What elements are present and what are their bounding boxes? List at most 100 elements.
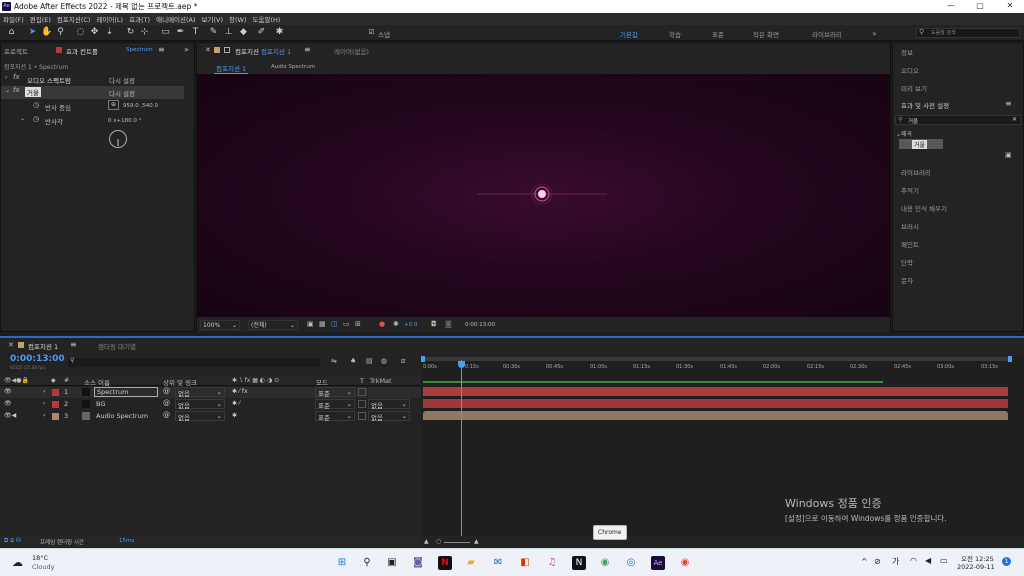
office-icon[interactable]: ◧ — [518, 556, 532, 570]
chevron-right-icon[interactable]: › — [43, 400, 45, 407]
menu-animation[interactable]: 애니메이션(A) — [153, 13, 198, 25]
stopwatch-icon[interactable]: ◷ — [33, 101, 39, 109]
lock-tab-icon[interactable] — [224, 47, 230, 53]
col-t[interactable]: T — [360, 377, 364, 385]
brush-tool-icon[interactable]: ✎ — [208, 27, 219, 38]
notion-icon[interactable]: N — [572, 556, 586, 570]
chevron-right-icon[interactable]: › — [43, 412, 45, 419]
ime-indicator[interactable]: 가 — [892, 556, 899, 567]
layer-label-color[interactable] — [52, 389, 59, 396]
zoom-select[interactable]: 100% ⌄ — [200, 320, 240, 330]
frame-blending-icon[interactable]: ▤ — [366, 357, 373, 365]
panel-character[interactable]: 문자 — [901, 275, 913, 285]
close-tab-icon[interactable]: ✕ — [205, 46, 211, 54]
clear-search-icon[interactable]: ✕ — [1012, 116, 1017, 123]
pickwhip-icon[interactable]: @ — [163, 411, 170, 419]
layer-label-color[interactable] — [52, 401, 59, 408]
selection-tool-icon[interactable]: ➤ — [27, 27, 38, 38]
rotate-tool-icon[interactable]: ↻ — [125, 27, 136, 38]
layer-row[interactable]: 👁◀ › 3 Audio Spectrum @ 없음 ⌄ ✱ 표준 ⌄ 없음 ⌄ — [0, 411, 421, 422]
menu-composition[interactable]: 컴포지션(C) — [54, 13, 94, 25]
layer-bar-bg[interactable] — [423, 399, 1008, 408]
comp-timecode[interactable]: 0:00:13:00 — [465, 322, 495, 328]
start-icon[interactable]: ⊞ — [335, 556, 349, 570]
zoom-slider[interactable] — [444, 542, 470, 543]
tab-layer[interactable]: 레이어(없음) — [334, 46, 369, 56]
effects-search-input[interactable]: ⚲ 거울 ✕ — [895, 115, 1021, 125]
menu-window[interactable]: 창(W) — [226, 13, 249, 25]
timeline-search-input[interactable]: ⚲ — [68, 357, 320, 367]
subtab-comp1[interactable]: 컴포지션 1 — [214, 63, 249, 74]
effect-row-audio-spectrum[interactable]: › fx 오디오 스펙트럼 다시 설정 — [1, 73, 184, 85]
layer-switches-icons[interactable]: ✱ ⁄ — [232, 400, 240, 407]
layer-row[interactable]: 👁 › 2 BG @ 없음 ⌄ ✱ ⁄ 표준 ⌄ 없음 ⌄ — [0, 399, 421, 410]
rectangle-tool-icon[interactable]: ▭ — [160, 27, 171, 38]
zoom-in-icon[interactable]: ▲ — [474, 538, 479, 545]
motion-blur-icon[interactable]: ◍ — [381, 357, 387, 365]
zoom-out-icon[interactable]: ▲ — [424, 538, 429, 545]
workspace-small-screen[interactable]: 작은 화면 — [753, 29, 779, 39]
edge-icon[interactable]: ◎ — [624, 556, 638, 570]
network-status-icon[interactable]: ⊘ — [874, 557, 881, 566]
hand-tool-icon[interactable]: ✋ — [41, 27, 52, 38]
show-snapshot-icon[interactable]: ◙ — [445, 320, 452, 328]
panel-menu-icon[interactable]: ≡ — [1005, 99, 1012, 108]
tab-timeline-comp[interactable]: 컴포지션 1 — [28, 341, 58, 351]
camera-snapshot-icon[interactable]: ◘ — [431, 320, 437, 328]
grid-icon[interactable]: ⊞ — [355, 320, 361, 328]
work-area-end-handle[interactable] — [1008, 356, 1012, 362]
layer-switches-icons[interactable]: ✱ ⁄ fx — [232, 388, 248, 395]
transparency-grid-icon[interactable]: ▦ — [319, 320, 326, 328]
chrome-icon[interactable]: ◉ — [598, 556, 612, 570]
weather-text[interactable]: Cloudy — [32, 563, 54, 571]
workspace-learn[interactable]: 학습 — [669, 29, 681, 39]
workspace-libraries[interactable]: 라이브러리 — [812, 29, 842, 39]
close-button[interactable]: ✕ — [1000, 1, 1020, 10]
layer-name[interactable]: BG — [96, 400, 105, 408]
playhead-handle[interactable] — [458, 361, 465, 368]
preserve-transparency-checkbox[interactable] — [358, 400, 366, 408]
layer-name[interactable]: Audio Spectrum — [96, 412, 148, 420]
menu-view[interactable]: 보기(V) — [199, 13, 226, 25]
weather-temp[interactable]: 18°C — [32, 554, 48, 562]
layer-row[interactable]: 👁 › 1 Spectrum @ 없음 ⌄ ✱ ⁄ fx 표준 ⌄ — [0, 387, 421, 398]
panel-preview[interactable]: 미리 보기 — [901, 83, 927, 93]
dolly-tool-icon[interactable]: ⇣ — [104, 27, 115, 38]
comp-mini-flowchart-icon[interactable]: ⇋ — [331, 357, 337, 365]
category-distort[interactable]: ⌄왜곡 — [896, 129, 912, 138]
tab-project[interactable]: 프로젝트 — [4, 46, 28, 56]
chevron-right-icon[interactable]: › — [43, 388, 45, 395]
col-parent-link[interactable]: 상위 및 링크 — [163, 377, 197, 387]
chevron-up-icon[interactable]: ^ — [861, 557, 868, 566]
current-timecode[interactable]: 0:00:13:00 — [10, 354, 65, 364]
music-icon[interactable]: ♫ — [545, 556, 559, 570]
panel-libraries[interactable]: 라이브러리 — [901, 167, 931, 177]
menu-edit[interactable]: 편집(E) — [27, 13, 54, 25]
type-tool-icon[interactable]: T — [190, 27, 201, 38]
clone-stamp-tool-icon[interactable]: ⊥ — [223, 27, 234, 38]
pickwhip-icon[interactable]: @ — [163, 387, 170, 395]
tab-composition[interactable]: 컴포지션 컴포지션 1 — [235, 46, 291, 56]
resolution-select[interactable]: (전체) ⌄ — [248, 320, 298, 330]
tab-effect-controls[interactable]: 효과 컨트롤 — [66, 46, 98, 56]
eye-icon[interactable]: 👁 — [4, 400, 12, 407]
subtab-audio-spectrum[interactable]: Audio Spectrum — [271, 64, 315, 70]
fx-icon[interactable]: fx — [13, 86, 20, 94]
mail-icon[interactable]: ✉ — [491, 556, 505, 570]
eye-audio-icon[interactable]: 👁◀ — [4, 412, 16, 419]
battery-icon[interactable]: ▭ — [940, 556, 948, 565]
prop-reflection-angle-value[interactable]: 0 x+180.0 ° — [108, 118, 141, 124]
zoom-slider-handle[interactable]: ○ — [436, 538, 441, 545]
composition-viewer[interactable] — [197, 74, 890, 317]
work-area-start-handle[interactable] — [421, 356, 425, 362]
panel-expand-icon[interactable]: » — [184, 45, 189, 54]
prop-reflection-center-value[interactable]: 959.0 ,540.0 — [123, 103, 158, 109]
layer-name[interactable]: Spectrum — [94, 387, 158, 397]
clock-date[interactable]: 2022-09-11 — [957, 563, 995, 571]
chrome-profile-icon[interactable]: ◉ — [678, 556, 692, 570]
effect-result-mirror[interactable]: 거울 — [899, 139, 943, 149]
zoom-tool-icon[interactable]: ⚲ — [55, 27, 66, 38]
mask-icon[interactable]: ◫ — [331, 320, 338, 328]
parent-select[interactable]: 없음 ⌄ — [175, 411, 225, 422]
tab-render-queue[interactable]: 렌더링 대기열 — [98, 341, 136, 351]
